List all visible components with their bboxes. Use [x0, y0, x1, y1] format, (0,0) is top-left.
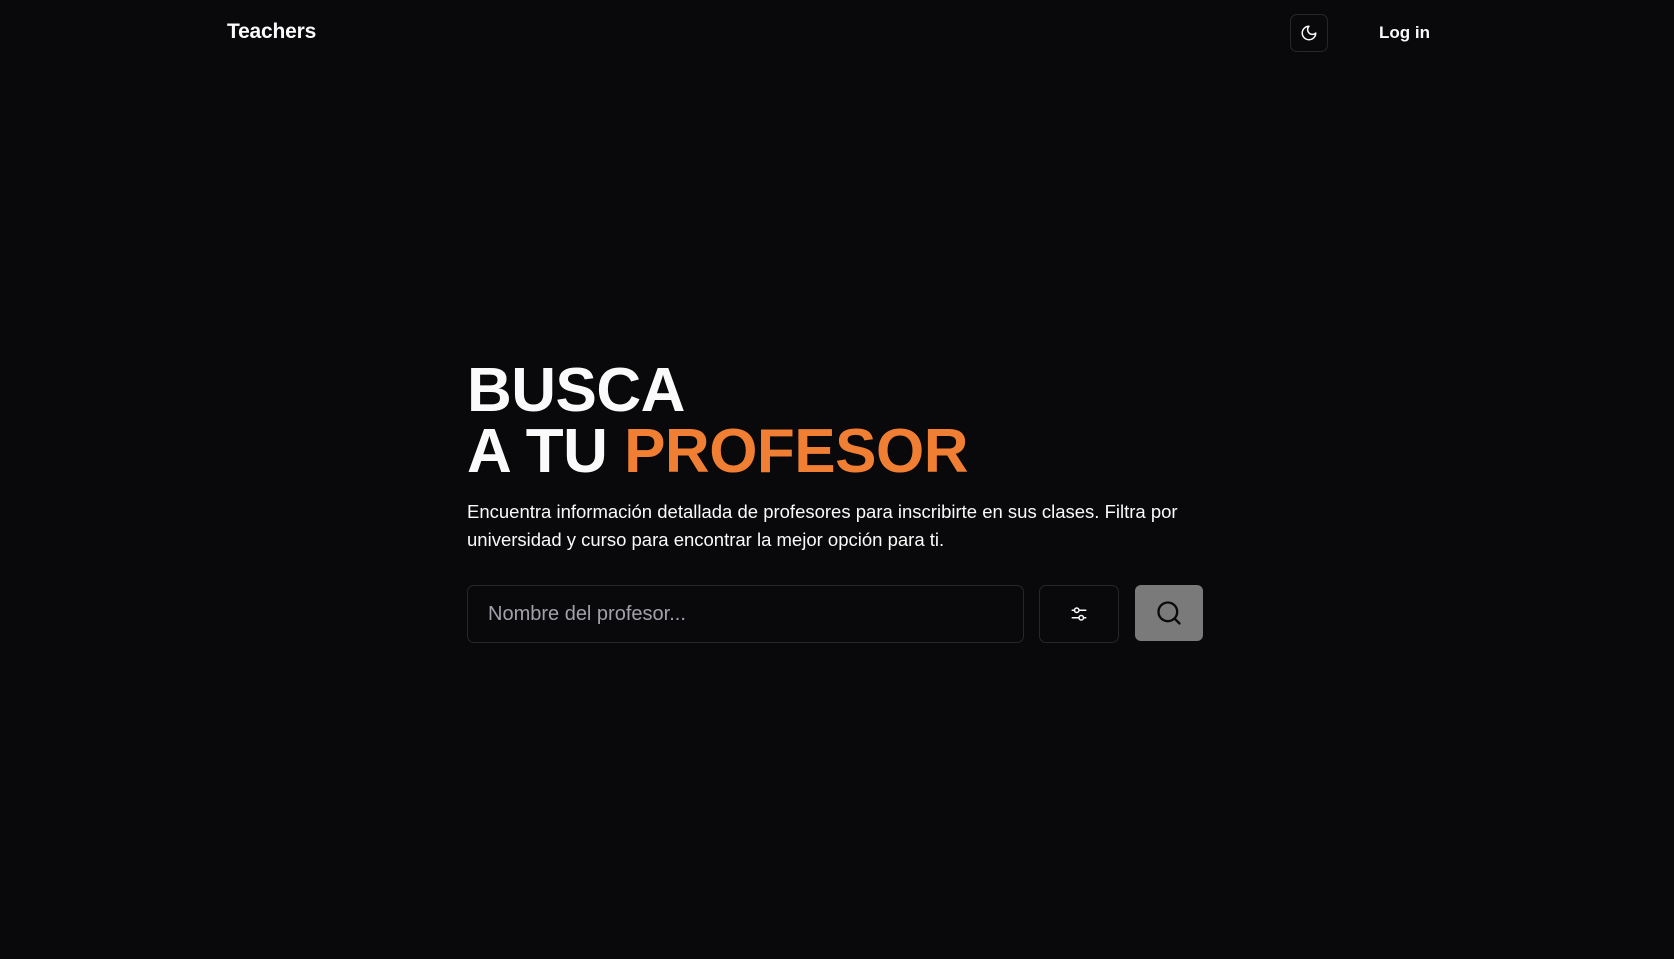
page: Teachers Log in BUSCA A TU PROFESOR Encu…	[0, 0, 1674, 959]
sliders-icon	[1071, 607, 1087, 621]
search-submit-button[interactable]	[1135, 585, 1203, 641]
teacher-search-input[interactable]	[467, 585, 1024, 643]
hero-subtitle: Encuentra información detallada de profe…	[467, 501, 1178, 550]
brand-logo[interactable]: Teachers	[227, 20, 316, 44]
search-icon	[1157, 601, 1181, 625]
theme-toggle-button[interactable]	[1290, 14, 1328, 52]
moon-icon	[1301, 25, 1317, 41]
top-navbar: Teachers Log in	[0, 0, 1674, 68]
hero-title-line2-prefix: A TU	[467, 417, 625, 486]
hero-section: BUSCA A TU PROFESOR Encuentra informació…	[467, 360, 1227, 554]
hero-title-line1: BUSCA	[467, 356, 685, 425]
hero-title: BUSCA A TU PROFESOR	[467, 360, 1227, 483]
login-link[interactable]: Log in	[1365, 14, 1444, 52]
hero-title-accent: PROFESOR	[624, 417, 969, 486]
filter-button[interactable]	[1039, 585, 1119, 643]
